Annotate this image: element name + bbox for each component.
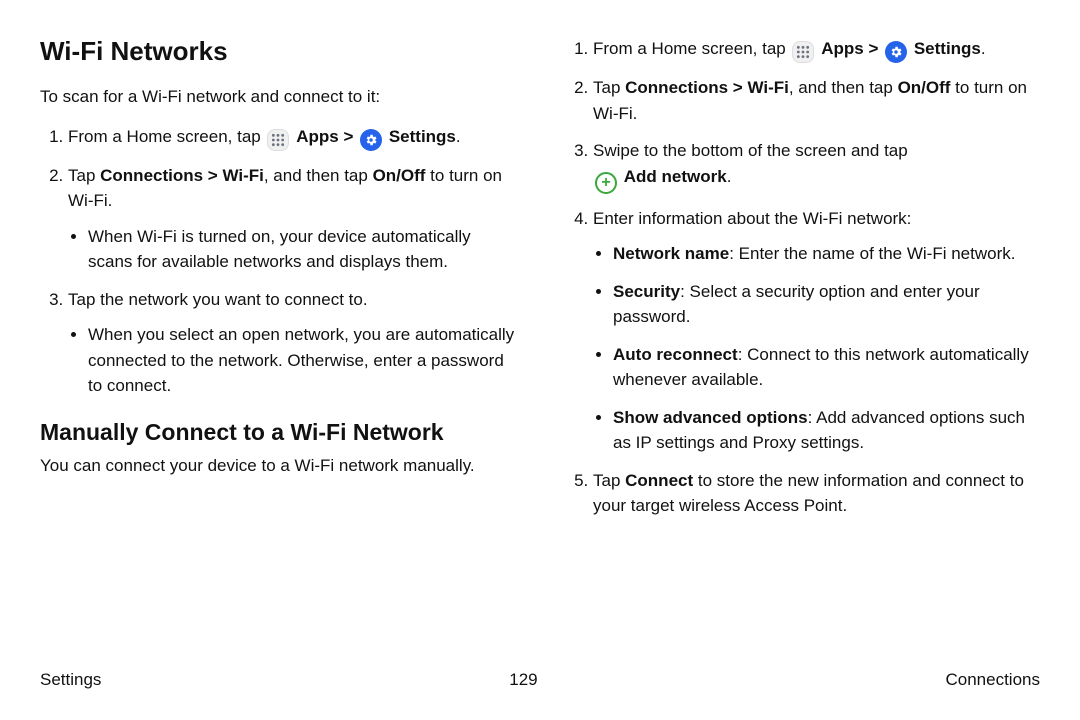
separator: > [868,39,883,58]
text: Tap [593,78,625,97]
apps-label: Apps [821,39,864,58]
text: Tap [593,471,625,490]
footer-left: Settings [40,670,101,690]
bold: On/Off [898,78,951,97]
right-column: From a Home screen, tap Apps > Settings.… [565,36,1040,654]
period: . [456,127,461,146]
settings-icon [885,41,907,63]
text: Tap [68,166,100,185]
add-network-label: Add network [624,167,727,186]
settings-label: Settings [389,127,456,146]
page-footer: Settings 129 Connections [40,654,1040,690]
apps-label: Apps [296,127,339,146]
left-step-2-bullet: When Wi-Fi is turned on, your device aut… [88,224,515,275]
bold: Connections > Wi-Fi [100,166,264,185]
period: . [981,39,986,58]
bold: Auto reconnect [613,345,738,364]
bullet-network-name: Network name: Enter the name of the Wi-F… [613,241,1040,267]
intro-scan-wifi: To scan for a Wi-Fi network and connect … [40,85,515,110]
apps-icon [792,41,814,63]
apps-icon [267,129,289,151]
text: Tap the network you want to connect to. [68,290,368,309]
add-icon: + [595,172,617,194]
separator: > [343,127,358,146]
right-step-5: Tap Connect to store the new information… [593,468,1040,519]
period: . [727,167,732,186]
footer-right: Connections [945,670,1040,690]
bold: Show advanced options [613,408,808,427]
bold: Network name [613,244,729,263]
settings-icon [360,129,382,151]
settings-label: Settings [914,39,981,58]
text: , and then tap [264,166,373,185]
footer-page-number: 129 [509,670,537,690]
intro-manual-connect: You can connect your device to a Wi-Fi n… [40,454,515,479]
bold: On/Off [373,166,426,185]
text: From a Home screen, tap [593,39,790,58]
left-step-2: Tap Connections > Wi-Fi, and then tap On… [68,163,515,275]
left-step-3-bullet: When you select an open network, you are… [88,322,515,399]
bold: Security [613,282,680,301]
left-column: Wi-Fi Networks To scan for a Wi-Fi netwo… [40,36,515,654]
heading-wifi-networks: Wi-Fi Networks [40,36,515,67]
text: : Enter the name of the Wi-Fi network. [729,244,1015,263]
bullet-security: Security: Select a security option and e… [613,279,1040,330]
right-step-3: Swipe to the bottom of the screen and ta… [593,138,1040,194]
bullet-auto-reconnect: Auto reconnect: Connect to this network … [613,342,1040,393]
text: Enter information about the Wi-Fi networ… [593,209,911,228]
bold: Connect [625,471,693,490]
bold: Connections > Wi-Fi [625,78,789,97]
left-step-3: Tap the network you want to connect to. … [68,287,515,399]
right-step-2: Tap Connections > Wi-Fi, and then tap On… [593,75,1040,126]
heading-manually-connect: Manually Connect to a Wi-Fi Network [40,419,515,446]
bullet-show-advanced: Show advanced options: Add advanced opti… [613,405,1040,456]
left-step-1: From a Home screen, tap Apps > Settings. [68,124,515,151]
text: From a Home screen, tap [68,127,265,146]
right-step-4: Enter information about the Wi-Fi networ… [593,206,1040,456]
right-step-1: From a Home screen, tap Apps > Settings. [593,36,1040,63]
text: , and then tap [789,78,898,97]
text: Swipe to the bottom of the screen and ta… [593,141,908,160]
